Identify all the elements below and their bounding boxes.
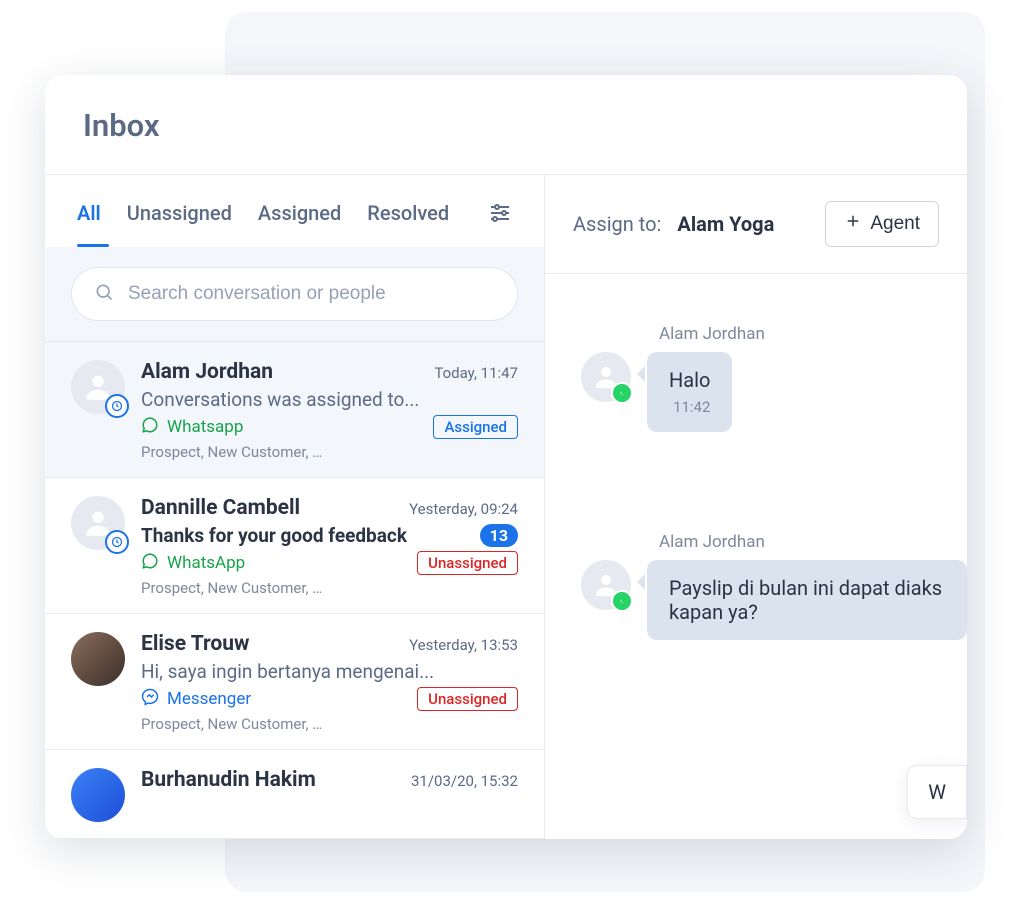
chat-area: Alam Jordhan Halo 11:42 Alam Jordhan	[545, 273, 967, 839]
conversation-item[interactable]: Dannille Cambell Yesterday, 09:24 Thanks…	[45, 478, 544, 614]
tab-resolved[interactable]: Resolved	[367, 201, 449, 229]
avatar	[71, 496, 125, 550]
body: All Unassigned Assigned Resolved	[45, 175, 967, 839]
message-preview: Hi, saya ingin bertanya mengenai...	[141, 660, 518, 683]
avatar	[71, 360, 125, 414]
filter-icon[interactable]	[488, 201, 512, 229]
assign-row: Assign to: Alam Yoga Agent	[545, 175, 967, 273]
tab-all[interactable]: All	[77, 201, 101, 229]
avatar	[581, 560, 631, 610]
message-preview: Thanks for your good feedback 13	[141, 524, 518, 547]
assignee-name: Alam Yoga	[677, 212, 774, 236]
tabs-row: All Unassigned Assigned Resolved	[45, 175, 544, 247]
whatsapp-icon	[611, 382, 633, 404]
header: Inbox	[45, 75, 967, 175]
timestamp: 31/03/20, 15:32	[411, 772, 518, 790]
conversation-item[interactable]: Burhanudin Hakim 31/03/20, 15:32	[45, 750, 544, 839]
message-preview: Conversations was assigned to...	[141, 388, 518, 411]
contact-name: Alam Jordhan	[141, 360, 273, 384]
message-text: Halo	[669, 368, 710, 392]
channel-label: WhatsApp	[141, 552, 245, 575]
clock-icon	[105, 530, 129, 554]
avatar	[71, 632, 125, 686]
channel-label: Messenger	[141, 688, 251, 711]
tab-unassigned[interactable]: Unassigned	[127, 201, 232, 229]
channel-label: Whatsapp	[141, 416, 243, 439]
unread-count: 13	[480, 524, 518, 547]
message-bubble: Halo 11:42	[647, 352, 732, 432]
page-title: Inbox	[83, 107, 929, 144]
avatar	[71, 768, 125, 822]
message-bubble: Payslip di bulan ini dapat diaks kapan y…	[647, 560, 967, 640]
assign-label: Assign to:	[573, 212, 661, 236]
conversation-panel: All Unassigned Assigned Resolved	[45, 175, 545, 839]
chat-panel: Assign to: Alam Yoga Agent Alam Jordhan	[545, 175, 967, 839]
conversation-list: Alam Jordhan Today, 11:47 Conversations …	[45, 342, 544, 839]
whatsapp-icon	[141, 552, 159, 575]
tab-assigned[interactable]: Assigned	[258, 201, 341, 229]
inbox-card: Inbox All Unassigned Assigned Resolved	[45, 75, 967, 839]
tags: Prospect, New Customer, …	[141, 443, 518, 461]
tags: Prospect, New Customer, …	[141, 715, 518, 733]
contact-name: Burhanudin Hakim	[141, 768, 316, 792]
add-agent-button[interactable]: Agent	[825, 201, 939, 247]
contact-name: Elise Trouw	[141, 632, 249, 656]
plus-icon	[844, 212, 862, 236]
status-badge: Assigned	[433, 415, 518, 439]
status-badge: Unassigned	[417, 551, 518, 575]
status-badge: Unassigned	[417, 687, 518, 711]
search-icon	[94, 282, 114, 306]
whatsapp-icon	[611, 590, 633, 612]
timestamp: Today, 11:47	[434, 364, 518, 382]
message-time: 11:42	[669, 398, 710, 416]
tags: Prospect, New Customer, …	[141, 579, 518, 597]
clock-icon	[105, 394, 129, 418]
message-sender: Alam Jordhan	[659, 324, 967, 344]
search-box[interactable]	[71, 267, 518, 321]
contact-name: Dannille Cambell	[141, 496, 300, 520]
search-wrap	[45, 247, 544, 342]
message-text: Payslip di bulan ini dapat diaks kapan y…	[669, 576, 945, 624]
conversation-item[interactable]: Alam Jordhan Today, 11:47 Conversations …	[45, 342, 544, 478]
search-input[interactable]	[128, 283, 495, 305]
conversation-item[interactable]: Elise Trouw Yesterday, 13:53 Hi, saya in…	[45, 614, 544, 750]
outgoing-bubble-partial: W	[907, 765, 967, 819]
message-group: Alam Jordhan Payslip di bulan ini dapat …	[581, 532, 967, 640]
timestamp: Yesterday, 09:24	[409, 500, 518, 518]
message-sender: Alam Jordhan	[659, 532, 967, 552]
timestamp: Yesterday, 13:53	[409, 636, 518, 654]
whatsapp-icon	[141, 416, 159, 439]
avatar	[581, 352, 631, 402]
message-group: Alam Jordhan Halo 11:42	[581, 324, 967, 432]
messenger-icon	[141, 688, 159, 711]
